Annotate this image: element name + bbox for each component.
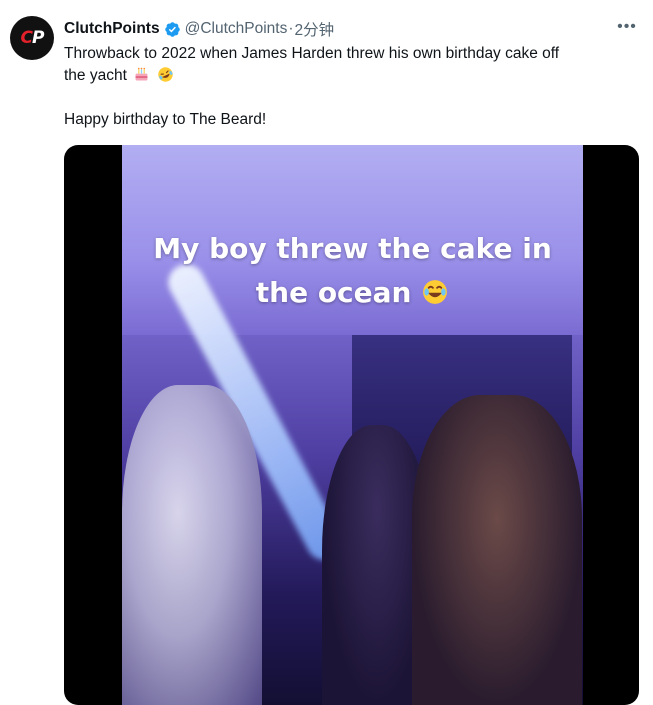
video-caption-line-2-text: the ocean — [255, 276, 412, 309]
timestamp[interactable]: 2分钟 — [295, 18, 335, 40]
tweet-line-3: Happy birthday to The Beard! — [64, 111, 267, 128]
author-name[interactable]: ClutchPoints — [64, 20, 160, 38]
laughing-tears-emoji-icon — [423, 280, 448, 304]
avatar-logo: CP — [20, 28, 45, 48]
tweet-header: ClutchPoints @ClutchPoints · 2分钟 — [64, 19, 633, 39]
tweet-line-1: Throwback to 2022 when James Harden thre… — [64, 45, 560, 62]
video-frame: My boy threw the cake in the ocean — [122, 145, 583, 705]
tweet-text: Throwback to 2022 when James Harden thre… — [64, 43, 632, 131]
rofl-emoji-icon — [157, 67, 173, 82]
video-player[interactable]: My boy threw the cake in the ocean — [64, 145, 639, 705]
avatar[interactable]: CP — [10, 16, 54, 60]
tweet-line-2-text: the yacht — [64, 67, 127, 84]
cake-emoji-icon — [135, 67, 148, 81]
video-caption-line-2: the ocean — [122, 271, 583, 315]
separator-dot: · — [288, 20, 294, 37]
more-options-icon[interactable]: ••• — [615, 17, 639, 37]
video-caption-line-1: My boy threw the cake in — [153, 232, 552, 265]
video-caption: My boy threw the cake in the ocean — [122, 227, 583, 315]
author-handle[interactable]: @ClutchPoints — [185, 20, 288, 38]
tweet-line-2: the yacht — [64, 65, 632, 87]
verified-badge-icon — [164, 21, 180, 37]
